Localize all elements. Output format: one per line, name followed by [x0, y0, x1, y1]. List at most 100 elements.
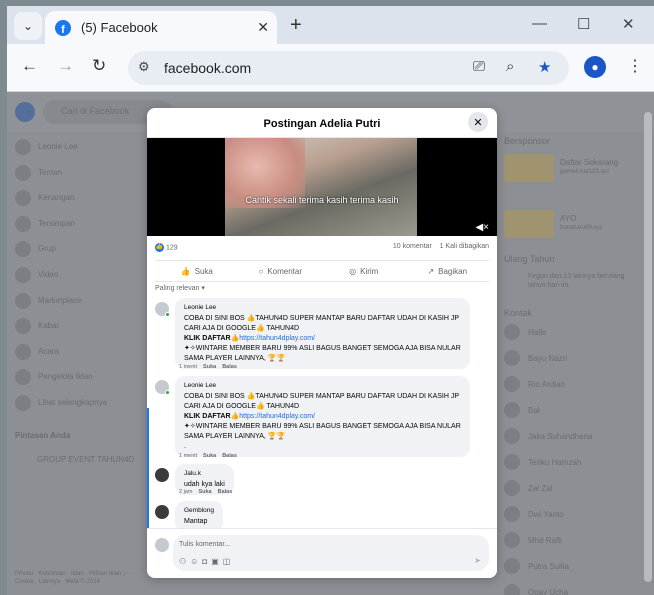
- comment-meta: 2 jam Suka Balas: [179, 489, 232, 495]
- facebook-logo-icon[interactable]: [15, 102, 35, 122]
- volume-icon[interactable]: ◀×: [475, 222, 489, 233]
- comment-time[interactable]: 1 menit: [179, 364, 197, 370]
- contact-item[interactable]: Putra Suilla: [528, 562, 569, 571]
- sidebar-item[interactable]: Video: [38, 270, 58, 279]
- sidebar-item[interactable]: Leonie Lee: [38, 142, 78, 151]
- comment-input[interactable]: Tulis komentar... ⚇☺◘▣◫ ➤: [173, 535, 489, 571]
- footer-links[interactable]: Privasi · Ketentuan · Iklan · Pilihan Ik…: [15, 570, 140, 586]
- like-count[interactable]: 129: [166, 244, 178, 251]
- tab-title: (5) Facebook: [81, 20, 158, 35]
- contact-item[interactable]: Dwi Yanto: [528, 510, 564, 519]
- avatar-sticker-icon[interactable]: ⚇: [179, 557, 190, 566]
- site-info-icon[interactable]: ⚙: [138, 59, 150, 75]
- sidebar-item[interactable]: Acara: [38, 347, 59, 356]
- close-icon[interactable]: ✕: [257, 19, 269, 36]
- share-count[interactable]: 1 Kali dibagikan: [440, 243, 489, 250]
- video-player[interactable]: Cantik sekali terima kasih terima kasih …: [147, 138, 497, 236]
- ad-image[interactable]: [504, 210, 554, 238]
- back-icon[interactable]: ←: [21, 56, 38, 76]
- sidebar-item[interactable]: Tersimpan: [38, 219, 75, 228]
- avatar[interactable]: [155, 505, 169, 519]
- comment-bubble: Leonie Lee COBA DI SINI BOS 👍TAHUN4D SUP…: [175, 376, 470, 457]
- send-label: Kirim: [360, 266, 379, 276]
- contact-item[interactable]: Rio Ardian: [528, 380, 565, 389]
- comment-like-button[interactable]: Suka: [198, 489, 211, 495]
- zoom-icon[interactable]: ⌕: [506, 58, 514, 75]
- video-caption: Cantik sekali terima kasih terima kasih: [245, 195, 399, 205]
- bookmark-star-icon[interactable]: ★: [538, 58, 551, 76]
- comment-line: .: [184, 443, 186, 450]
- ad-image[interactable]: [504, 154, 554, 182]
- contact-item[interactable]: Jaka Suhandhana: [528, 432, 593, 441]
- commenter-name[interactable]: Leonie Lee: [184, 381, 461, 391]
- comment-line: COBA DI SINI BOS 👍TAHUN4D SUPER MANTAP B…: [184, 315, 460, 322]
- avatar[interactable]: [155, 468, 169, 482]
- comment-like-button[interactable]: Suka: [203, 364, 216, 370]
- tab-search-icon[interactable]: ⌄: [14, 12, 42, 40]
- reload-icon[interactable]: ↻: [92, 56, 106, 76]
- send-icon[interactable]: ➤: [474, 556, 481, 565]
- comment-time[interactable]: 2 jam: [179, 489, 192, 495]
- send-button[interactable]: ◎ Kirim: [322, 261, 406, 281]
- browser-tab[interactable]: f (5) Facebook ✕: [45, 11, 277, 44]
- ad-title[interactable]: Daftar Sekarang: [560, 158, 618, 167]
- contact-item[interactable]: Tenku Hamzah: [528, 458, 581, 467]
- new-tab-icon[interactable]: +: [290, 14, 302, 37]
- sticker-icon[interactable]: ◫: [223, 557, 235, 566]
- maximize-icon[interactable]: ☐: [577, 15, 590, 33]
- close-icon[interactable]: ✕: [468, 112, 488, 132]
- comment-button[interactable]: ○ Komentar: [239, 261, 323, 281]
- birthday-text[interactable]: Firgon dan 13 lainnya berulang tahun har…: [528, 272, 628, 290]
- comment-time[interactable]: 1 menit: [179, 453, 197, 459]
- address-bar[interactable]: ⚙ facebook.com ⎚ ⌕ ★: [128, 51, 569, 85]
- video-frame: [225, 138, 417, 236]
- contact-item[interactable]: Hafis: [528, 328, 546, 337]
- sidebar-item[interactable]: Lihat selengkapnya: [38, 398, 107, 407]
- avatar: [504, 480, 520, 496]
- sidebar-item[interactable]: Kenangan: [38, 193, 74, 202]
- url-text[interactable]: facebook.com: [164, 60, 251, 76]
- sidebar-item[interactable]: Kabar: [38, 321, 59, 330]
- profile-icon[interactable]: ●: [584, 56, 606, 78]
- avatar: [504, 376, 520, 392]
- gif-icon[interactable]: ▣: [211, 557, 223, 566]
- sidebar-item[interactable]: Pengelola Iklan: [38, 372, 93, 381]
- commenter-name[interactable]: Gemblong: [184, 506, 214, 516]
- scrollbar[interactable]: [644, 112, 652, 582]
- menu-icon[interactable]: ⋮: [627, 56, 643, 76]
- minimize-icon[interactable]: —: [532, 15, 547, 32]
- comment-reply-button[interactable]: Balas: [218, 489, 233, 495]
- like-button[interactable]: 👍 Suka: [155, 261, 239, 281]
- avatar[interactable]: [155, 380, 170, 395]
- commenter-name[interactable]: Jalu.k: [184, 469, 225, 479]
- comment-reply-button[interactable]: Balas: [222, 364, 237, 370]
- ad-title[interactable]: AYO: [560, 214, 576, 223]
- sort-dropdown[interactable]: Paling relevan ▾: [155, 284, 205, 292]
- shortcut-item[interactable]: GROUP EVENT TAHUN4D: [37, 455, 134, 464]
- sidebar-item[interactable]: Grup: [38, 244, 56, 253]
- comment-line: SAMA PLAYER LAINNYA, 🏆🏆: [184, 355, 286, 362]
- comment-link[interactable]: https://tahun4dplay.com/: [239, 335, 315, 342]
- contact-item[interactable]: Zal Zal: [528, 484, 552, 493]
- contact-item[interactable]: Mhd Rafli: [528, 536, 562, 545]
- comment-link[interactable]: https://tahun4dplay.com/: [239, 413, 315, 420]
- comment-count[interactable]: 10 komentar: [393, 243, 432, 250]
- commenter-name[interactable]: Leonie Lee: [184, 303, 461, 313]
- contact-item[interactable]: Bal: [528, 406, 540, 415]
- comment-like-button[interactable]: Suka: [203, 453, 216, 459]
- contact-item[interactable]: Ogay Ucha: [528, 588, 568, 595]
- camera-icon[interactable]: ◘: [202, 557, 211, 566]
- sidebar-item[interactable]: Teman: [38, 168, 62, 177]
- sort-label: Paling relevan: [155, 285, 200, 292]
- avatar[interactable]: [155, 302, 170, 317]
- sidebar-item[interactable]: Marketplace: [38, 296, 82, 305]
- shortcuts-title: Pintasan Anda: [15, 431, 71, 440]
- emoji-icon[interactable]: ☺: [190, 557, 202, 566]
- share-button[interactable]: ↗ Bagikan: [406, 261, 490, 281]
- comment-reply-button[interactable]: Balas: [222, 453, 237, 459]
- nav-item-icon: [15, 292, 31, 309]
- contact-item[interactable]: Bayu Nazri: [528, 354, 567, 363]
- install-app-icon[interactable]: ⎚: [473, 58, 485, 75]
- close-window-icon[interactable]: ✕: [622, 15, 635, 33]
- forward-icon[interactable]: →: [57, 56, 74, 76]
